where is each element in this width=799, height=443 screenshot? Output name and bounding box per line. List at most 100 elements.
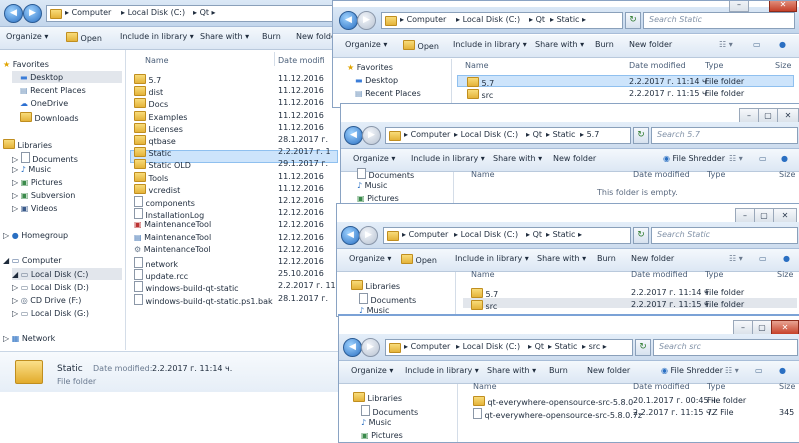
refresh-button[interactable]: ↻ <box>635 339 651 356</box>
share-with-button[interactable]: Share with ▾ <box>535 40 584 49</box>
table-row[interactable]: ⚙ MaintenanceTool <box>134 245 211 254</box>
crumb-5-7[interactable]: ▸ 5.7 <box>580 130 599 139</box>
nav-libraries[interactable]: Libraries <box>353 392 402 403</box>
include-library-button[interactable]: Include in library ▾ <box>455 254 529 263</box>
crumb-computer[interactable]: ▸ Computer <box>404 342 450 351</box>
view-options-icon[interactable]: ☷ ▾ <box>729 254 743 263</box>
close-button[interactable]: ✕ <box>777 108 799 123</box>
crumb-computer[interactable]: ▸ Computer <box>400 15 446 24</box>
view-options-icon[interactable]: ☷ ▾ <box>719 40 733 49</box>
search-box[interactable]: Search Static <box>651 227 798 244</box>
preview-pane-icon[interactable]: ▭ <box>759 154 767 163</box>
back-button[interactable]: ◀ <box>341 226 360 245</box>
forward-button[interactable]: ▶ <box>359 226 378 245</box>
nav-documents[interactable]: Documents <box>361 405 418 417</box>
pane-divider[interactable] <box>125 50 126 350</box>
minimize-button[interactable]: – <box>733 320 753 335</box>
search-box[interactable]: Search src <box>653 339 798 356</box>
open-button[interactable]: Open <box>401 254 437 265</box>
column-size-header[interactable]: Size <box>779 170 795 179</box>
column-type-header[interactable]: Type <box>707 382 725 391</box>
table-row[interactable]: qtbase <box>134 135 176 146</box>
crumb-local-disk[interactable]: ▸ Local Disk (C:) <box>456 15 520 24</box>
preview-pane-icon[interactable]: ▭ <box>753 40 761 49</box>
pane-divider[interactable] <box>457 384 458 442</box>
back-button[interactable]: ◀ <box>4 4 23 23</box>
nav-desktop[interactable]: ▬ Desktop <box>20 73 63 82</box>
nav-desktop[interactable]: ▬ Desktop <box>355 76 398 85</box>
crumb-static[interactable]: ▸ Static <box>546 130 575 139</box>
nav-recent-places[interactable]: ▤ Recent Places <box>20 86 86 95</box>
help-icon[interactable]: ● <box>779 40 786 49</box>
crumb-local-disk[interactable]: ▸ Local Disk (C:) <box>456 342 520 351</box>
crumb-qt[interactable]: ▸ Qt <box>528 342 544 351</box>
column-date-header[interactable]: Date modified <box>633 382 690 391</box>
table-row[interactable]: qt-everywhere-opensource-src-5.8.0.7z <box>473 408 642 420</box>
table-row[interactable]: Examples <box>134 110 187 122</box>
forward-button[interactable]: ▶ <box>362 126 381 145</box>
refresh-button[interactable]: ↻ <box>633 127 649 144</box>
preview-pane-icon[interactable]: ▭ <box>759 254 767 263</box>
nav-favorites[interactable]: ★ Favorites <box>3 60 49 69</box>
crumb-local-disk[interactable]: ▸ Local Disk (C:) <box>121 8 185 17</box>
nav-network[interactable]: ▷ ▦ Network <box>3 334 55 343</box>
minimize-button[interactable]: – <box>735 208 755 223</box>
view-options-icon[interactable]: ☷ ▾ <box>729 154 743 163</box>
open-button[interactable]: Open <box>403 40 439 51</box>
table-row[interactable]: src <box>471 300 497 311</box>
file-shredder-button[interactable]: ◉ File Shredder <box>663 154 725 163</box>
nav-computer[interactable]: ◢ ▭ Computer <box>3 256 62 265</box>
table-row[interactable]: windows-build-qt-static <box>134 281 239 293</box>
pane-divider[interactable] <box>451 59 452 107</box>
close-button[interactable]: ✕ <box>771 320 799 335</box>
crumb-computer[interactable]: ▸ Computer <box>65 8 111 17</box>
nav-subversion[interactable]: ▷ ▣ Subversion <box>12 191 75 200</box>
crumb-qt[interactable]: ▸ Qt <box>526 130 542 139</box>
table-row[interactable]: Docs <box>134 98 168 109</box>
column-type-header[interactable]: Type <box>707 170 725 179</box>
organize-button[interactable]: Organize ▾ <box>351 366 393 375</box>
nav-videos[interactable]: ▷ ▣ Videos <box>12 204 57 213</box>
nav-local-disk-c[interactable]: ◢ ▭ Local Disk (C:) <box>12 270 88 279</box>
nav-pictures[interactable]: ▣ Pictures <box>357 194 399 203</box>
minimize-button[interactable]: – <box>739 108 759 123</box>
share-with-button[interactable]: Share with ▾ <box>487 366 536 375</box>
back-button[interactable]: ◀ <box>343 338 362 357</box>
crumb-qt[interactable]: ▸ Qt <box>529 15 545 24</box>
close-button[interactable]: ✕ <box>769 1 797 12</box>
organize-button[interactable]: Organize ▾ <box>349 254 391 263</box>
pane-divider[interactable] <box>455 272 456 316</box>
share-with-button[interactable]: Share with ▾ <box>537 254 586 263</box>
forward-button[interactable]: ▶ <box>361 338 380 357</box>
table-row[interactable]: update.rcc <box>134 269 188 281</box>
crumb-computer[interactable]: ▸ Computer <box>404 130 450 139</box>
help-icon[interactable]: ● <box>781 154 788 163</box>
organize-button[interactable]: Organize ▾ <box>6 32 48 41</box>
table-row[interactable]: Static <box>134 147 171 158</box>
table-row[interactable]: dist <box>134 86 163 97</box>
back-button[interactable]: ◀ <box>339 11 358 30</box>
table-row[interactable]: ▤ MaintenanceTool <box>134 233 211 242</box>
nav-pictures[interactable]: ▷ ▣ Pictures <box>12 178 63 187</box>
new-folder-button[interactable]: New folder <box>629 40 672 49</box>
table-row[interactable]: network <box>134 257 178 269</box>
crumb-src[interactable]: ▸ src ▸ <box>582 342 607 351</box>
forward-button[interactable]: ▶ <box>357 11 376 30</box>
crumb-local-disk[interactable]: ▸ Local Disk (C:) <box>454 130 518 139</box>
nav-music[interactable]: ♪ Music <box>361 418 391 427</box>
column-size-header[interactable]: Size <box>777 270 793 279</box>
table-row[interactable]: 5.7 <box>134 74 161 85</box>
crumb-computer[interactable]: ▸ Computer <box>402 230 448 239</box>
nav-music[interactable]: ♪ Music <box>357 181 387 190</box>
column-size-header[interactable]: Size <box>775 61 791 70</box>
table-row[interactable]: Static OLD <box>134 159 191 170</box>
search-box[interactable]: Search Static <box>643 12 795 29</box>
column-divider[interactable] <box>274 52 275 66</box>
column-name-header[interactable]: Name <box>471 270 495 279</box>
nav-homegroup[interactable]: ▷ ● Homegroup <box>3 231 68 240</box>
nav-downloads[interactable]: Downloads <box>20 112 78 123</box>
table-row[interactable]: src <box>467 89 493 100</box>
crumb-local-disk[interactable]: ▸ Local Disk (C:) <box>454 230 518 239</box>
crumb-static[interactable]: ▸ Static ▸ <box>546 230 582 239</box>
column-date-header[interactable]: Date modified <box>633 170 690 179</box>
